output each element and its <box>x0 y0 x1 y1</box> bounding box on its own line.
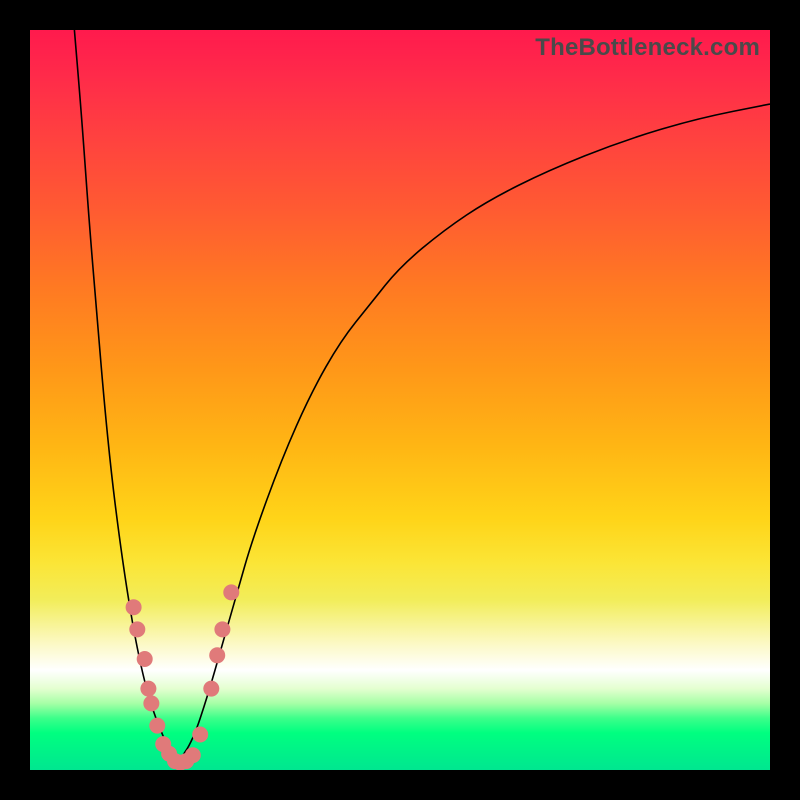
chart-canvas: TheBottleneck.com <box>30 30 770 770</box>
scatter-dot <box>129 621 145 637</box>
scatter-dot <box>203 681 219 697</box>
scatter-dot <box>209 647 225 663</box>
curve-left-branch <box>74 30 178 763</box>
watermark-label: TheBottleneck.com <box>535 34 760 62</box>
scatter-dot <box>149 718 165 734</box>
scatter-dot <box>143 695 159 711</box>
scatter-dot <box>223 584 239 600</box>
scatter-dot <box>140 681 156 697</box>
scatter-dot <box>137 651 153 667</box>
scatter-dot <box>126 599 142 615</box>
curve-right-branch <box>178 104 770 763</box>
scatter-dots <box>126 584 240 770</box>
scatter-dot <box>214 621 230 637</box>
scatter-dot <box>192 726 208 742</box>
scatter-dot <box>185 747 201 763</box>
bottleneck-curve-plot <box>30 30 770 770</box>
